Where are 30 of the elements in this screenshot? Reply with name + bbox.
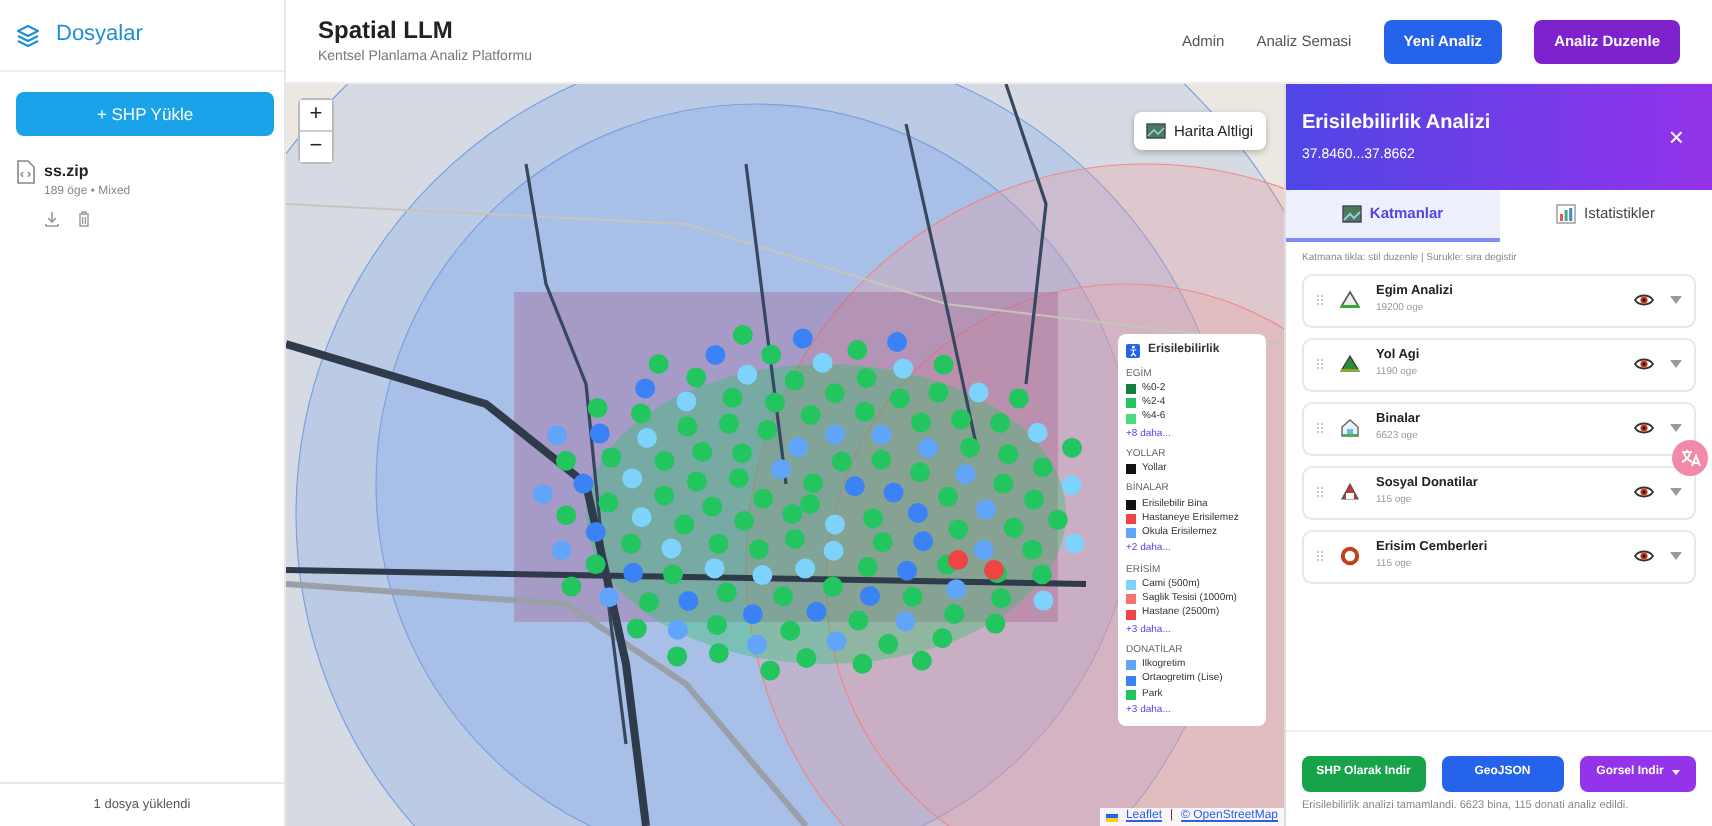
map-icon	[1341, 204, 1362, 224]
eye-icon[interactable]	[1634, 548, 1654, 564]
download-icon[interactable]	[44, 210, 60, 229]
file-name[interactable]: ss.zip	[44, 160, 131, 185]
file-icon	[16, 160, 36, 185]
caret-down-icon[interactable]	[1670, 424, 1682, 432]
close-button[interactable]: ×	[1656, 122, 1696, 152]
app-title: Spatial LLM	[318, 14, 455, 49]
panel-title: Erisilebilirlik Analizi	[1302, 109, 1491, 138]
caret-down-icon[interactable]	[1670, 552, 1682, 560]
mountain-icon	[1340, 354, 1360, 374]
accessibility-icon	[1126, 343, 1140, 358]
caret-down-icon[interactable]	[1670, 296, 1682, 304]
eye-icon[interactable]	[1634, 292, 1654, 308]
caret-down-icon	[1671, 770, 1680, 777]
ring-icon	[1340, 546, 1360, 566]
caret-down-icon[interactable]	[1670, 360, 1682, 368]
layers-icon	[16, 23, 40, 47]
house-icon	[1340, 418, 1360, 438]
eye-icon[interactable]	[1634, 420, 1654, 436]
flag-icon	[1105, 813, 1118, 821]
bar-chart-icon	[1556, 204, 1577, 224]
eye-icon[interactable]	[1634, 484, 1654, 500]
caret-down-icon[interactable]	[1670, 488, 1682, 496]
translate-icon[interactable]	[1672, 440, 1708, 476]
trash-icon[interactable]	[76, 210, 92, 229]
sidebar-title: Dosyalar	[56, 20, 143, 51]
map-icon	[1146, 122, 1166, 141]
mountain-icon	[1340, 290, 1360, 310]
eye-icon[interactable]	[1634, 356, 1654, 372]
